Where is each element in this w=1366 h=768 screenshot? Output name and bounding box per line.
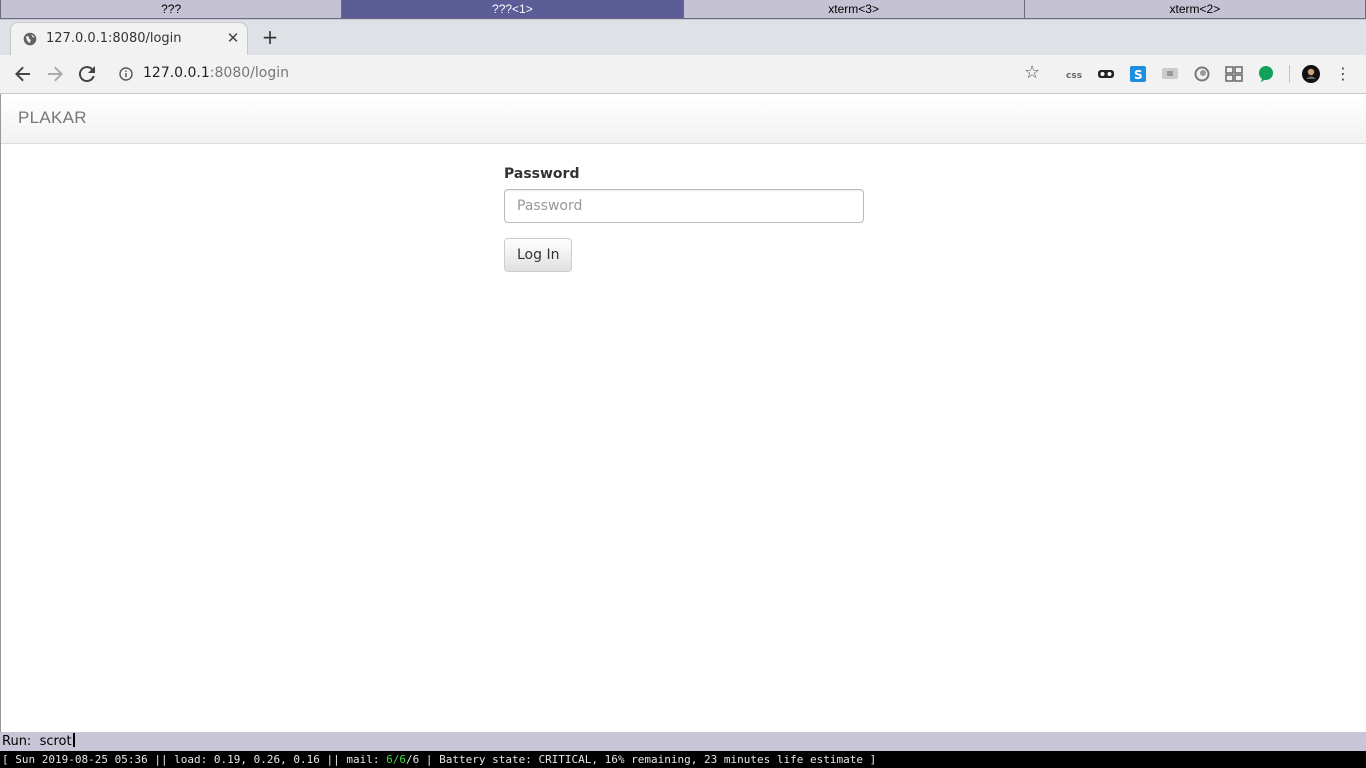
bookmark-star-icon[interactable]: ☆ (1024, 62, 1040, 83)
mail-count-unread: 6 (386, 753, 393, 766)
url-path: :8080/login (209, 65, 289, 81)
green-bubble-icon[interactable] (1256, 64, 1276, 84)
run-label: Run: (2, 734, 32, 749)
browser-toolbar: 127.0.0.1:8080/login ☆ css S ⋮ (0, 55, 1366, 94)
profile-avatar-icon[interactable] (1301, 64, 1321, 84)
svg-text:S: S (1134, 68, 1143, 82)
incognito-mask-icon[interactable] (1096, 64, 1116, 84)
globe-icon (23, 32, 37, 46)
password-label: Password (504, 166, 580, 182)
brand-link[interactable]: PLAKAR (18, 108, 87, 128)
text-cursor (72, 733, 75, 747)
wm-tab-bar: ??? ???<1> xterm<3> xterm<2> (0, 0, 1366, 20)
site-navbar: PLAKAR (1, 94, 1366, 144)
tab-title: 127.0.0.1:8080/login (46, 31, 182, 46)
run-prompt[interactable]: Run: scrot (2, 733, 75, 749)
browser-tab-strip: 127.0.0.1:8080/login ✕ + (0, 20, 1366, 55)
wm-tab-1[interactable]: ??? (0, 0, 343, 19)
login-form: Password Log In (504, 166, 864, 272)
close-tab-icon[interactable]: ✕ (225, 29, 241, 47)
browser-tab[interactable]: 127.0.0.1:8080/login ✕ (10, 22, 248, 55)
screen-share-icon[interactable] (1160, 64, 1180, 84)
back-arrow-icon[interactable] (11, 62, 35, 86)
toolbar-separator (1289, 65, 1290, 83)
info-icon[interactable] (119, 67, 133, 81)
circle-icon[interactable] (1192, 64, 1212, 84)
address-bar[interactable]: 127.0.0.1:8080/login ☆ (110, 59, 1050, 89)
wm-tab-4[interactable]: xterm<2> (1024, 0, 1366, 19)
web-page: PLAKAR Password Log In (0, 94, 1366, 732)
status-prefix: [ Sun 2019-08-25 05:36 || load: 0.19, 0.… (2, 753, 387, 766)
mail-sep-2: / (405, 753, 413, 766)
status-text: [ Sun 2019-08-25 05:36 || load: 0.19, 0.… (2, 753, 876, 766)
mail-count-new: 6 (399, 753, 406, 766)
wm-tab-3[interactable]: xterm<3> (683, 0, 1025, 19)
svg-text:css: css (1066, 71, 1082, 81)
reload-icon[interactable] (75, 62, 99, 86)
url-text: 127.0.0.1:8080/login (143, 65, 289, 81)
css-viewer-icon[interactable]: css (1064, 64, 1084, 84)
run-prompt-bar: Run: scrot (0, 732, 1366, 751)
url-host: 127.0.0.1 (143, 65, 210, 81)
menu-kebab-icon[interactable]: ⋮ (1335, 63, 1351, 85)
status-suffix: | Battery state: CRITICAL, 16% remaining… (419, 753, 877, 766)
login-button[interactable]: Log In (504, 238, 573, 272)
forward-arrow-icon[interactable] (43, 62, 67, 86)
wm-tab-2[interactable]: ???<1> (342, 0, 684, 19)
new-tab-button[interactable]: + (259, 27, 281, 49)
run-command: scrot (39, 734, 72, 749)
status-bar: [ Sun 2019-08-25 05:36 || load: 0.19, 0.… (0, 751, 1366, 768)
password-input[interactable] (504, 189, 864, 223)
skype-icon[interactable]: S (1128, 64, 1148, 84)
grid-icon[interactable] (1224, 64, 1244, 84)
